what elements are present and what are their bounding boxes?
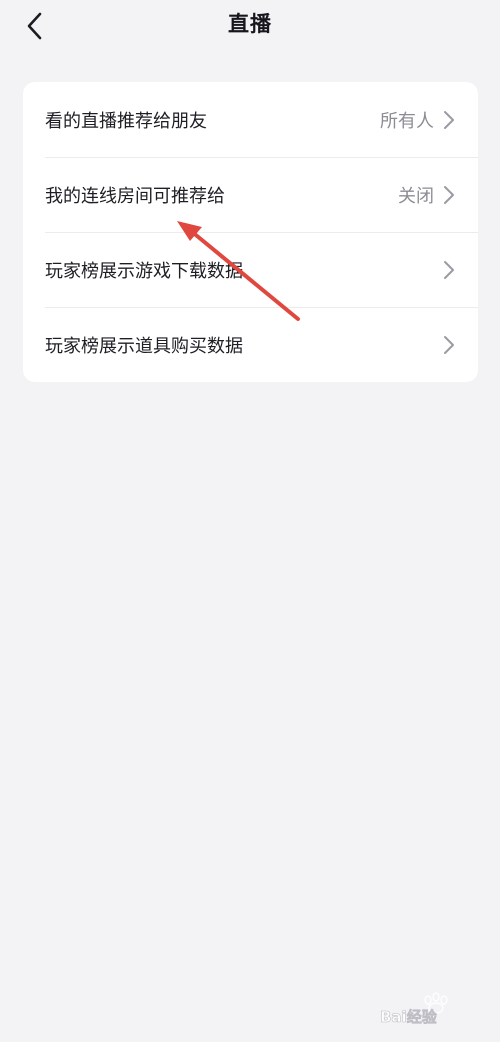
settings-row-label: 看的直播推荐给朋友 xyxy=(45,110,207,132)
chevron-right-icon xyxy=(442,185,456,205)
settings-row-label: 我的连线房间可推荐给 xyxy=(45,185,225,207)
settings-row-linked-room-recommend[interactable]: 我的连线房间可推荐给 关闭 xyxy=(23,157,478,232)
baidu-paw-logo-icon: Bai经验 xyxy=(380,992,448,1026)
settings-row-leaderboard-item-purchases[interactable]: 玩家榜展示道具购买数据 xyxy=(23,307,478,382)
navigation-bar: 直播 xyxy=(0,0,500,52)
chevron-right-icon xyxy=(442,260,456,280)
settings-row-label: 玩家榜展示道具购买数据 xyxy=(45,335,243,357)
baidu-jingyan-watermark: Bai经验 xyxy=(376,988,486,1028)
chevron-right-icon xyxy=(442,110,456,130)
settings-row-label: 玩家榜展示游戏下载数据 xyxy=(45,260,243,282)
settings-row-value: 关闭 xyxy=(398,185,434,207)
settings-card: 看的直播推荐给朋友 所有人 我的连线房间可推荐给 关闭 玩家榜展示游戏下载数据 … xyxy=(23,82,478,382)
settings-row-value: 所有人 xyxy=(380,110,434,132)
page-title: 直播 xyxy=(228,12,272,36)
watermark-text: Bai经验 xyxy=(380,1008,438,1026)
settings-row-leaderboard-game-downloads[interactable]: 玩家榜展示游戏下载数据 xyxy=(23,232,478,307)
settings-row-live-recommend-friends[interactable]: 看的直播推荐给朋友 所有人 xyxy=(23,82,478,157)
chevron-right-icon xyxy=(442,335,456,355)
